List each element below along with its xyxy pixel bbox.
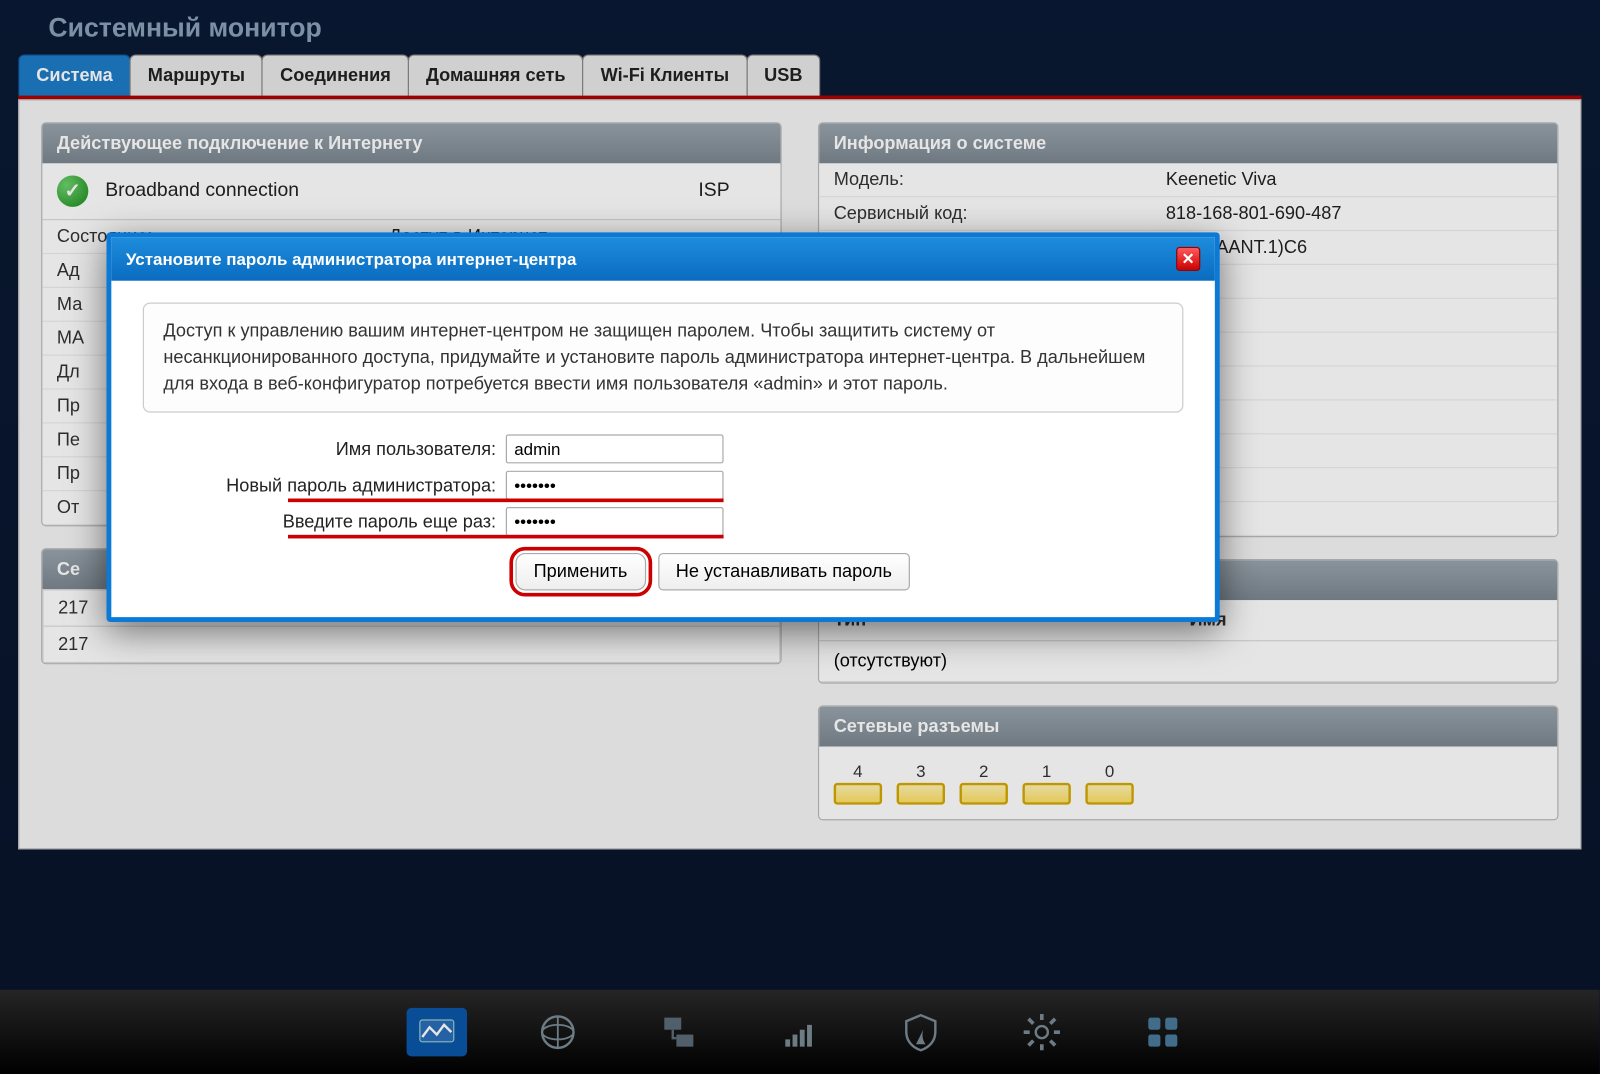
skip-password-button[interactable]: Не устанавливать пароль bbox=[658, 553, 910, 591]
username-row: Имя пользователя: bbox=[143, 435, 1184, 464]
password-input[interactable] bbox=[506, 471, 724, 500]
password-confirm-label: Введите пароль еще раз: bbox=[143, 512, 506, 533]
password-confirm-input[interactable] bbox=[506, 507, 724, 536]
modal-title: Установите пароль администратора интерне… bbox=[126, 249, 577, 268]
modal-buttons: Применить Не устанавливать пароль bbox=[143, 553, 1184, 591]
modal-info-text: Доступ к управлению вашим интернет-центр… bbox=[143, 303, 1184, 413]
username-input[interactable] bbox=[506, 435, 724, 464]
modal-title-bar: Установите пароль администратора интерне… bbox=[111, 237, 1215, 281]
close-icon[interactable]: ✕ bbox=[1176, 247, 1200, 271]
apply-button[interactable]: Применить bbox=[515, 553, 645, 591]
password-row: Новый пароль администратора: bbox=[143, 471, 1184, 500]
password-confirm-row: Введите пароль еще раз: bbox=[143, 507, 1184, 536]
username-label: Имя пользователя: bbox=[143, 439, 506, 460]
password-modal: Установите пароль администратора интерне… bbox=[106, 232, 1219, 622]
password-label: Новый пароль администратора: bbox=[143, 475, 506, 496]
